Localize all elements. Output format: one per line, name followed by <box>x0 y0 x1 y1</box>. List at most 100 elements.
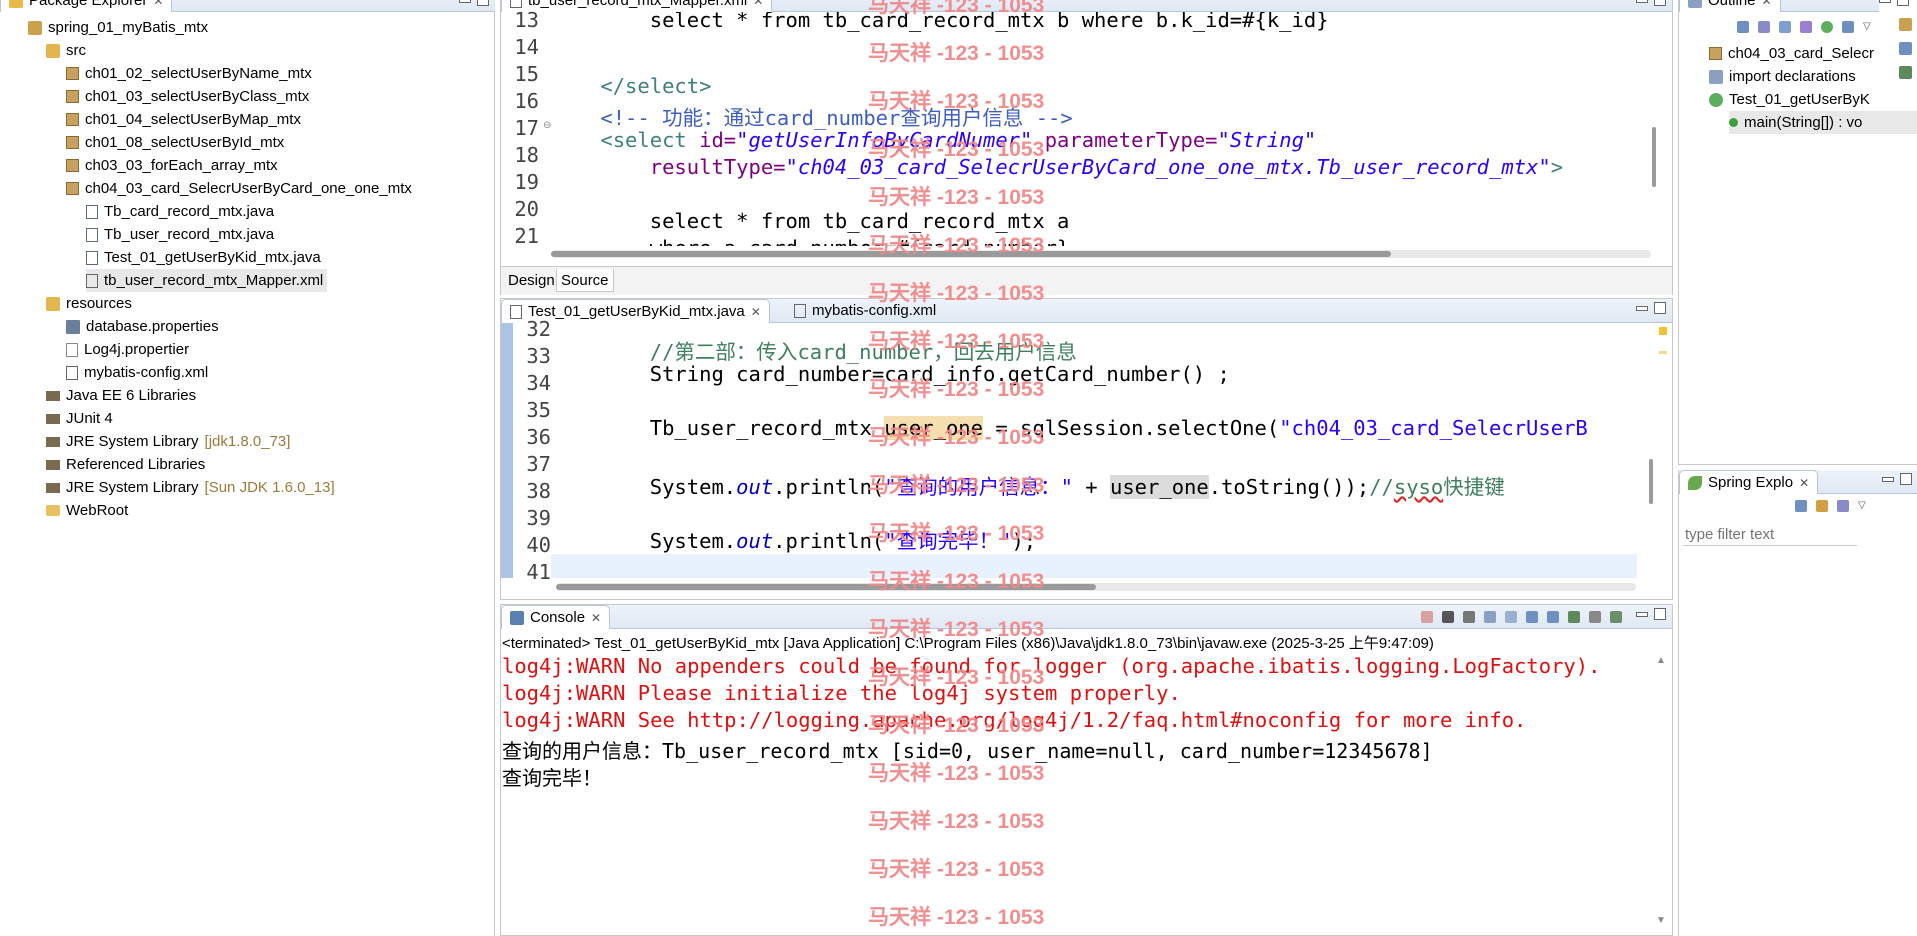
trim-icon-3[interactable] <box>1899 66 1912 79</box>
tree-item-label: WebRoot <box>66 502 129 519</box>
maximize-icon[interactable] <box>1900 473 1912 485</box>
tree-item-label: Log4j.propertier <box>84 341 190 358</box>
hide-nonpublic-icon[interactable] <box>1821 21 1833 33</box>
tab-mapper-xml[interactable]: tb_user_record_mtx_Mapper.xml ✕ <box>501 0 773 12</box>
breakpoint-ruler[interactable] <box>501 323 513 578</box>
outline-item[interactable]: main(String[]) : vo <box>1729 111 1917 134</box>
sort-icon[interactable] <box>1758 21 1770 33</box>
spring-explorer-view: Spring Explo ✕ ▽ <box>1678 470 1917 936</box>
tree-item[interactable]: JRE System Library [Sun JDK 1.6.0_13] <box>46 476 339 499</box>
sort-icon[interactable] <box>1837 500 1849 512</box>
close-icon[interactable]: ✕ <box>153 0 163 8</box>
console-vertical-scrollbar[interactable]: ▲ ▼ <box>1653 655 1669 930</box>
collapse-all-icon[interactable] <box>1737 21 1749 33</box>
tree-item[interactable]: spring_01_myBatis_mtx <box>28 16 212 39</box>
maximize-icon[interactable] <box>477 0 489 6</box>
open-console-icon[interactable] <box>1610 611 1622 623</box>
tree-item[interactable]: Test_01_getUserByKid_mtx.java <box>86 246 325 269</box>
close-icon[interactable]: ✕ <box>753 0 763 8</box>
close-icon[interactable]: ✕ <box>591 611 601 625</box>
tab-design[interactable]: Design <box>504 269 559 291</box>
line-number: 37 <box>526 452 551 476</box>
tree-item[interactable]: ch04_03_card_SelecrUserByCard_one_one_mt… <box>66 177 416 200</box>
warning-marker[interactable] <box>1659 327 1667 335</box>
tree-item[interactable]: ch01_03_selectUserByClass_mtx <box>66 85 313 108</box>
watermark-text: 马天祥 -123 - 1053 <box>868 474 1045 497</box>
remove-all-icon[interactable] <box>1463 611 1475 623</box>
tab-console[interactable]: Console ✕ <box>501 605 611 629</box>
tree-item[interactable]: Tb_user_record_mtx.java <box>86 223 278 246</box>
tree-item[interactable]: resources <box>46 292 136 315</box>
tab-outline[interactable]: Outline ✕ <box>1679 0 1781 12</box>
horizontal-scrollbar[interactable] <box>551 250 1651 258</box>
view-menu-icon[interactable]: ▽ <box>1863 21 1875 33</box>
minimize-icon[interactable] <box>1882 477 1894 482</box>
package-icon <box>66 136 79 149</box>
horizontal-scrollbar[interactable] <box>556 583 1636 591</box>
scroll-down-icon[interactable]: ▼ <box>1656 915 1666 926</box>
show-on-output-icon[interactable] <box>1547 611 1559 623</box>
tree-item[interactable]: JUnit 4 <box>46 407 117 430</box>
display-console-icon[interactable] <box>1589 611 1601 623</box>
remove-launch-icon[interactable] <box>1442 611 1454 623</box>
trim-icon-2[interactable] <box>1899 42 1912 55</box>
terminate-icon[interactable] <box>1421 611 1433 623</box>
trim-icon-1[interactable] <box>1899 18 1912 31</box>
outline-item[interactable]: ch04_03_card_Selecr <box>1709 42 1917 65</box>
view-controls <box>1636 302 1666 314</box>
minimize-icon[interactable] <box>1636 612 1648 617</box>
tree-item[interactable]: JRE System Library [jdk1.8.0_73] <box>46 430 294 453</box>
minimize-icon[interactable] <box>1636 306 1648 311</box>
maximize-icon[interactable] <box>1897 0 1909 6</box>
tree-item[interactable]: Java EE 6 Libraries <box>46 384 200 407</box>
tree-item[interactable]: Tb_card_record_mtx.java <box>86 200 278 223</box>
tree-item[interactable]: ch01_08_selectUserById_mtx <box>66 131 288 154</box>
pin-console-icon[interactable] <box>1568 611 1580 623</box>
tree-item-label: ch04_03_card_SelecrUserByCard_one_one_mt… <box>85 180 412 197</box>
xml-code-area[interactable]: select * from tb_card_record_mtx b where… <box>551 12 1651 246</box>
hide-local-types-icon[interactable] <box>1842 21 1854 33</box>
overview-ruler[interactable] <box>1651 323 1671 578</box>
maximize-icon[interactable] <box>1654 0 1666 6</box>
minimize-icon[interactable] <box>459 0 471 3</box>
tree-item[interactable]: WebRoot <box>46 499 132 522</box>
clear-console-icon[interactable] <box>1484 611 1496 623</box>
collapse-all-icon[interactable] <box>1795 500 1807 512</box>
hide-fields-icon[interactable] <box>1779 21 1791 33</box>
tree-item[interactable]: ch01_02_selectUserByName_mtx <box>66 62 316 85</box>
outline-item[interactable]: import declarations <box>1709 65 1917 88</box>
vertical-scrollbar[interactable] <box>1649 12 1659 246</box>
filter-input[interactable] <box>1683 524 1857 546</box>
tab-spring-explorer[interactable]: Spring Explo ✕ <box>1679 470 1819 494</box>
xml-file-icon <box>66 365 78 380</box>
tab-source[interactable]: Source <box>556 269 614 292</box>
scroll-thumb[interactable] <box>1652 127 1656 187</box>
scroll-up-icon[interactable]: ▲ <box>1656 655 1666 666</box>
outline-item[interactable]: Test_01_getUserByK <box>1709 88 1917 111</box>
minimize-icon[interactable] <box>1879 0 1891 3</box>
close-icon[interactable]: ✕ <box>1799 476 1809 490</box>
close-icon[interactable]: ✕ <box>1762 0 1772 8</box>
java-code-area[interactable]: //第二部：传入card_number，回去用户信息 String card_n… <box>551 323 1637 578</box>
word-wrap-icon[interactable] <box>1526 611 1538 623</box>
tree-item[interactable]: database.properties <box>66 315 223 338</box>
tree-item[interactable]: mybatis-config.xml <box>66 361 212 384</box>
tree-item[interactable]: tb_user_record_mtx_Mapper.xml <box>86 269 328 292</box>
vertical-scrollbar[interactable] <box>1649 459 1653 504</box>
scroll-lock-icon[interactable] <box>1505 611 1517 623</box>
maximize-icon[interactable] <box>1654 302 1666 314</box>
close-icon[interactable]: ✕ <box>751 305 761 319</box>
view-menu-icon[interactable]: ▽ <box>1858 500 1870 512</box>
link-editor-icon[interactable] <box>1816 500 1828 512</box>
tree-item[interactable]: Referenced Libraries <box>46 453 209 476</box>
occurrence-marker[interactable] <box>1659 351 1667 354</box>
tree-item[interactable]: ch03_03_forEach_array_mtx <box>66 154 282 177</box>
maximize-icon[interactable] <box>1654 608 1666 620</box>
hide-static-icon[interactable] <box>1800 21 1812 33</box>
minimize-icon[interactable] <box>1636 0 1648 3</box>
tree-item[interactable]: ch01_04_selectUserByMap_mtx <box>66 108 305 131</box>
tree-item[interactable]: Log4j.propertier <box>66 338 193 361</box>
tab-package-explorer[interactable]: Package Explorer ✕ <box>0 0 173 12</box>
tree-item[interactable]: src <box>46 39 90 62</box>
folder-icon <box>46 505 60 516</box>
